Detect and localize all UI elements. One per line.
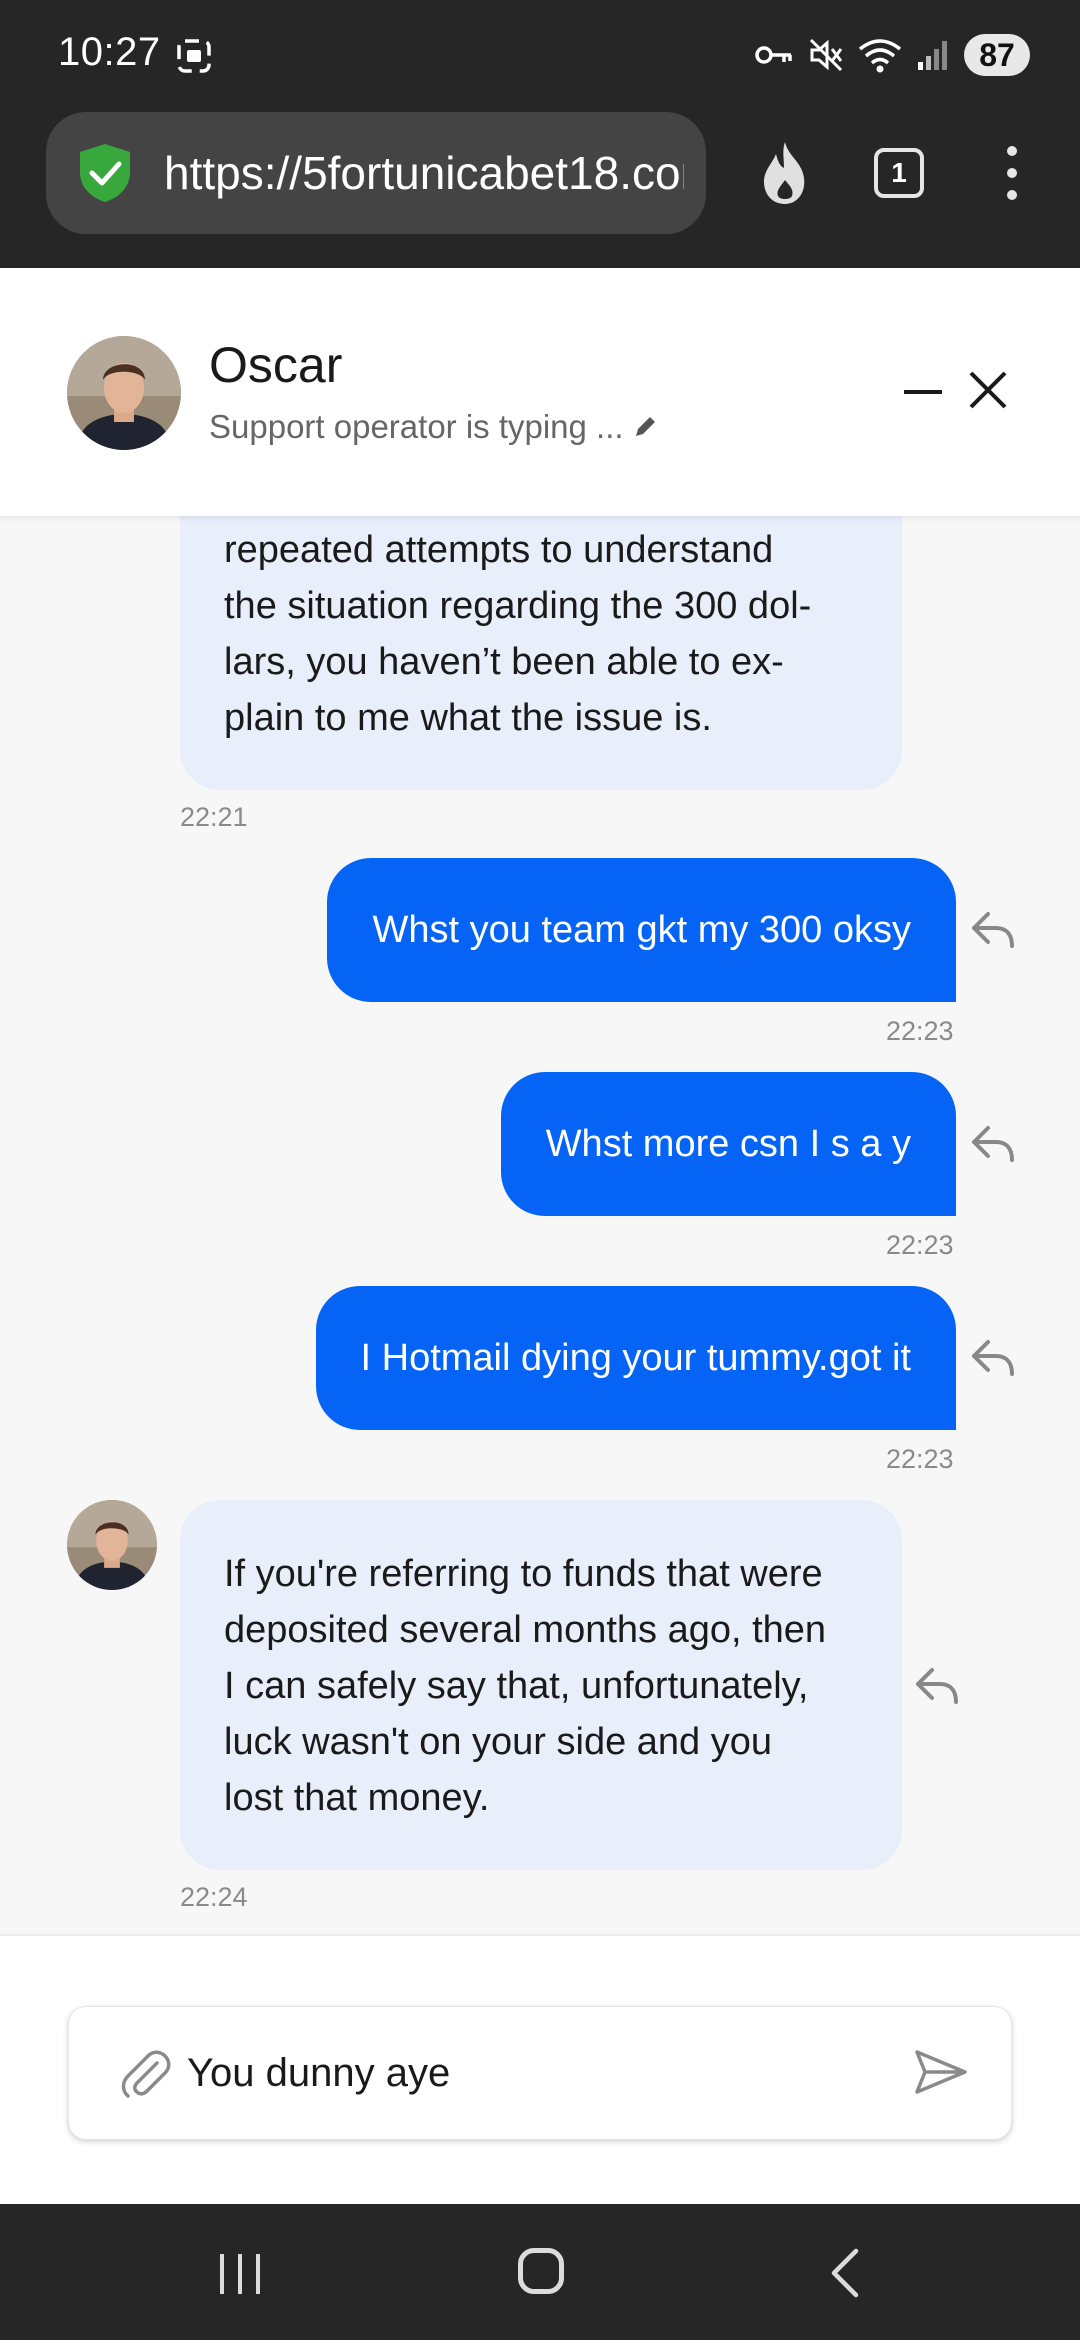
status-icons: 87 bbox=[754, 30, 1030, 80]
message-list[interactable]: repeated attempts to understand the situ… bbox=[0, 516, 1080, 1934]
minimize-icon[interactable] bbox=[904, 390, 942, 394]
pencil-icon bbox=[635, 417, 655, 436]
more-icon[interactable] bbox=[1004, 146, 1020, 202]
operator-status: Support operator is typing ... bbox=[209, 408, 658, 446]
reply-icon[interactable] bbox=[970, 910, 1016, 950]
user-message-bubble: Whst you team gkt my 300 oksy bbox=[327, 858, 956, 1002]
key-icon bbox=[755, 46, 792, 64]
message-text: Whst more csn I s a y bbox=[545, 1122, 911, 1165]
message-line: lars, you haven’t been able to ex- bbox=[224, 641, 784, 683]
system-nav-bar bbox=[0, 2204, 1080, 2340]
operator-name: Oscar bbox=[209, 337, 343, 393]
message-time: 22:23 bbox=[886, 1230, 954, 1260]
mute-icon bbox=[809, 38, 843, 72]
fire-icon[interactable] bbox=[754, 140, 816, 206]
close-icon[interactable] bbox=[968, 370, 1008, 410]
composer: You dunny aye bbox=[0, 1934, 1080, 2204]
reply-icon[interactable] bbox=[914, 1666, 960, 1706]
message-line: the situation regarding the 300 dol- bbox=[224, 585, 812, 627]
recent-apps-icon[interactable] bbox=[216, 2252, 264, 2296]
message-text: I Hotmail dying your tummy.got it bbox=[360, 1336, 911, 1379]
reply-icon[interactable] bbox=[970, 1124, 1016, 1164]
message-line: deposited several months ago, then bbox=[224, 1609, 827, 1651]
url-text[interactable]: https://5fortunicabet18.com bbox=[164, 146, 684, 200]
operator-message-bubble: repeated attempts to understand the situ… bbox=[180, 516, 902, 790]
typing-status-text: Support operator is typing ... bbox=[209, 408, 624, 445]
send-icon[interactable] bbox=[913, 2047, 969, 2097]
message-text: Whst you team gkt my 300 oksy bbox=[372, 908, 911, 951]
user-message-bubble: Whst more csn I s a y bbox=[500, 1072, 956, 1216]
wifi-icon bbox=[858, 39, 902, 73]
message-time: 22:24 bbox=[180, 1882, 248, 1912]
back-icon[interactable] bbox=[828, 2248, 860, 2298]
message-line: I can safely say that, unfortunately, bbox=[224, 1665, 809, 1707]
status-time: 10:27 bbox=[58, 30, 161, 74]
browser-chrome: 10:27 87 https://5fortunicabet18.com 1 bbox=[0, 0, 1080, 268]
user-message-bubble: I Hotmail dying your tummy.got it bbox=[315, 1286, 956, 1430]
message-time: 22:23 bbox=[886, 1016, 954, 1046]
message-line: plain to me what the issue is. bbox=[224, 697, 712, 739]
shield-check-icon[interactable] bbox=[76, 142, 134, 204]
tabs-button[interactable]: 1 bbox=[874, 148, 924, 198]
message-line: lost that money. bbox=[224, 1777, 490, 1819]
battery-indicator: 87 bbox=[964, 34, 1030, 76]
operator-message-bubble: If you're referring to funds that were d… bbox=[180, 1500, 902, 1870]
message-line: luck wasn't on your side and you bbox=[224, 1721, 773, 1763]
signal-icon bbox=[918, 41, 947, 70]
status-bar: 10:27 87 bbox=[0, 0, 1080, 110]
operator-avatar bbox=[67, 336, 181, 450]
operator-avatar-small bbox=[67, 1500, 157, 1590]
reply-icon[interactable] bbox=[970, 1338, 1016, 1378]
paperclip-icon[interactable] bbox=[119, 2049, 171, 2101]
home-icon[interactable] bbox=[518, 2248, 564, 2294]
message-line: If you're referring to funds that were bbox=[224, 1553, 823, 1595]
chat-header: Oscar Support operator is typing ... bbox=[0, 268, 1080, 516]
message-input[interactable]: You dunny aye bbox=[68, 2006, 1012, 2140]
screenshot-icon bbox=[177, 39, 211, 73]
message-time: 22:21 bbox=[180, 802, 248, 832]
message-time: 22:23 bbox=[886, 1444, 954, 1474]
message-line: repeated attempts to understand bbox=[224, 529, 774, 571]
message-input-value[interactable]: You dunny aye bbox=[187, 2051, 450, 2096]
address-bar[interactable]: https://5fortunicabet18.com bbox=[46, 112, 706, 234]
